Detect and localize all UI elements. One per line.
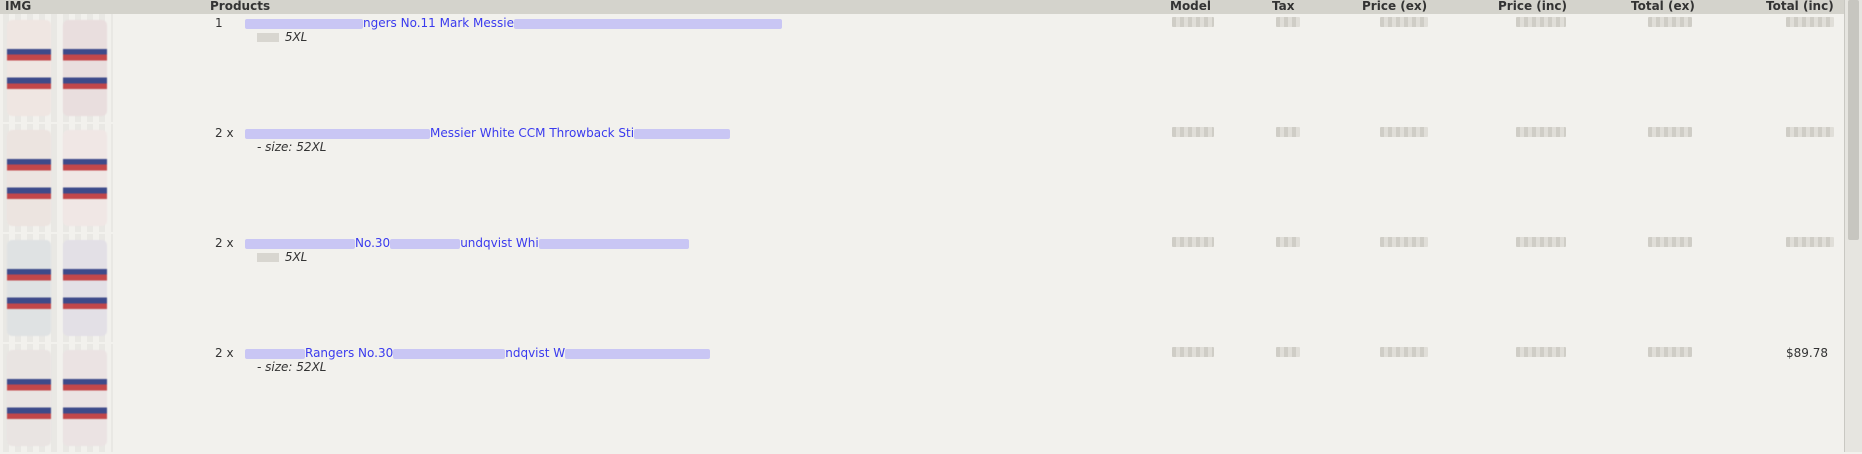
price-inc-value: [1516, 127, 1566, 137]
scrollbar-thumb[interactable]: [1848, 0, 1859, 240]
option-label: - size:: [257, 360, 293, 374]
table-row: 2 x Rangers No.30 ndqvist W - size: 52XL …: [0, 344, 1845, 454]
product-image[interactable]: [3, 124, 113, 232]
table-row: 2 x No.30 undqvist Whi 5XL: [0, 234, 1845, 344]
price-ex-value: [1380, 17, 1428, 27]
product-name-link[interactable]: Messier White CCM Throwback Sti: [245, 126, 731, 140]
vertical-scrollbar[interactable]: [1844, 0, 1862, 452]
model-value: [1172, 17, 1214, 27]
total-ex-value: [1648, 17, 1692, 27]
header-total-ex[interactable]: Total (ex): [1631, 0, 1695, 13]
order-products-table: 1 ngers No.11 Mark Messie 5XL 2 x Messie…: [0, 14, 1845, 452]
table-header: IMG Products Model Tax Price (ex) Price …: [0, 0, 1845, 14]
price-ex-value: [1380, 347, 1428, 357]
model-value: [1172, 237, 1214, 247]
product-name-visible: No.30: [355, 236, 391, 250]
total-inc-value: [1786, 127, 1834, 137]
product-option: - size: 52XL: [257, 140, 326, 154]
total-inc-value: [1786, 17, 1834, 27]
header-tax[interactable]: Tax: [1272, 0, 1294, 13]
product-option: 5XL: [257, 250, 307, 264]
quantity: 2 x: [215, 346, 234, 360]
quantity: 2 x: [215, 126, 234, 140]
option-value: 52XL: [296, 360, 327, 374]
table-row: 2 x Messier White CCM Throwback Sti - si…: [0, 124, 1845, 234]
tax-value: [1276, 237, 1300, 247]
product-image[interactable]: [3, 344, 113, 452]
model-value: [1172, 127, 1214, 137]
price-inc-value: [1516, 17, 1566, 27]
price-ex-value: [1380, 127, 1428, 137]
option-value: 5XL: [284, 250, 308, 264]
quantity: 1: [215, 16, 223, 30]
total-inc-value: $89.78: [1786, 346, 1828, 360]
option-value: 52XL: [296, 140, 327, 154]
option-label: - size:: [257, 140, 293, 154]
header-img: IMG: [5, 0, 32, 13]
product-image[interactable]: [3, 234, 113, 342]
tax-value: [1276, 347, 1300, 357]
header-price-inc[interactable]: Price (inc): [1498, 0, 1567, 13]
price-inc-value: [1516, 347, 1566, 357]
product-name-link[interactable]: ngers No.11 Mark Messie: [245, 16, 782, 30]
total-ex-value: [1648, 347, 1692, 357]
product-name-link[interactable]: Rangers No.30 ndqvist W: [245, 346, 711, 360]
total-inc-value: [1786, 237, 1834, 247]
product-name-visible: Rangers No.30: [305, 346, 394, 360]
product-name-visible-2: ndqvist W: [505, 346, 566, 360]
price-inc-value: [1516, 237, 1566, 247]
product-name-visible-2: undqvist Whi: [460, 236, 539, 250]
total-ex-value: [1648, 127, 1692, 137]
header-total-inc[interactable]: Total (inc): [1766, 0, 1834, 13]
product-option: - size: 52XL: [257, 360, 326, 374]
product-image[interactable]: [3, 14, 113, 122]
table-row: 1 ngers No.11 Mark Messie 5XL: [0, 14, 1845, 124]
quantity: 2 x: [215, 236, 234, 250]
price-ex-value: [1380, 237, 1428, 247]
header-price-ex[interactable]: Price (ex): [1362, 0, 1427, 13]
header-model[interactable]: Model: [1170, 0, 1211, 13]
header-products[interactable]: Products: [210, 0, 270, 13]
product-name-link[interactable]: No.30 undqvist Whi: [245, 236, 689, 250]
option-value: 5XL: [284, 30, 308, 44]
tax-value: [1276, 127, 1300, 137]
total-ex-value: [1648, 237, 1692, 247]
model-value: [1172, 347, 1214, 357]
product-name-visible: Messier White CCM Throwback Sti: [430, 126, 635, 140]
tax-value: [1276, 17, 1300, 27]
product-option: 5XL: [257, 30, 307, 44]
product-name-visible: ngers No.11 Mark Messie: [363, 16, 514, 30]
